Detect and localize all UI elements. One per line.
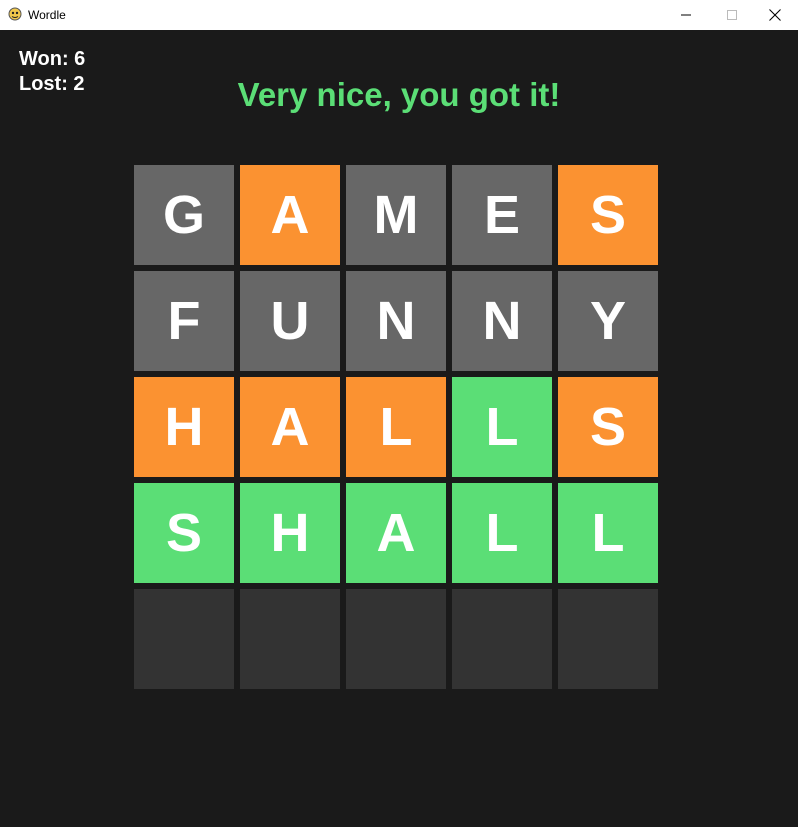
close-icon xyxy=(769,9,781,21)
game-area: Won: 6 Lost: 2 Very nice, you got it! G … xyxy=(0,30,798,827)
pygame-snake-icon xyxy=(8,7,22,21)
maximize-button[interactable] xyxy=(709,0,755,30)
letter-tile xyxy=(452,589,552,689)
window-title: Wordle xyxy=(28,8,66,22)
letter-tile: L xyxy=(558,483,658,583)
won-count: Won: 6 xyxy=(19,48,86,70)
minimize-button[interactable] xyxy=(663,0,709,30)
letter-tile: L xyxy=(452,483,552,583)
letter-tile: S xyxy=(558,165,658,265)
guess-row xyxy=(134,589,658,689)
guess-row: S H A L L xyxy=(134,483,658,583)
letter-tile: H xyxy=(240,483,340,583)
letter-tile: S xyxy=(134,483,234,583)
guess-row: G A M E S xyxy=(134,165,658,265)
letter-tile: Y xyxy=(558,271,658,371)
close-button[interactable] xyxy=(752,0,798,30)
letter-tile: A xyxy=(240,377,340,477)
letter-tile: U xyxy=(240,271,340,371)
letter-tile: A xyxy=(240,165,340,265)
minimize-icon xyxy=(681,14,691,16)
letter-tile xyxy=(558,589,658,689)
letter-tile xyxy=(134,589,234,689)
letter-tile: N xyxy=(346,271,446,371)
guess-row: F U N N Y xyxy=(134,271,658,371)
maximize-icon xyxy=(727,10,737,20)
game-board: G A M E S F U N N Y H A L L S S H A L L xyxy=(134,165,658,695)
letter-tile: H xyxy=(134,377,234,477)
letter-tile: A xyxy=(346,483,446,583)
guess-row: H A L L S xyxy=(134,377,658,477)
letter-tile: L xyxy=(346,377,446,477)
letter-tile xyxy=(346,589,446,689)
letter-tile: S xyxy=(558,377,658,477)
letter-tile: N xyxy=(452,271,552,371)
letter-tile: F xyxy=(134,271,234,371)
letter-tile: M xyxy=(346,165,446,265)
result-message: Very nice, you got it! xyxy=(237,76,561,113)
letter-tile: L xyxy=(452,377,552,477)
letter-tile xyxy=(240,589,340,689)
letter-tile: E xyxy=(452,165,552,265)
title-bar: Wordle xyxy=(0,0,798,30)
letter-tile: G xyxy=(134,165,234,265)
